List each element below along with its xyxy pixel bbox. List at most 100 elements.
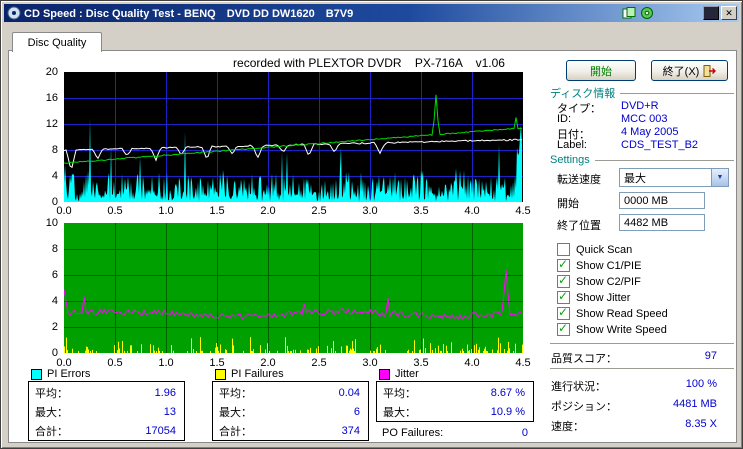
disc-info-title: ディスク情報 [550,85,615,101]
pi-errors-legend-header: PI Errors [31,368,90,380]
jitter-chart-bottom [64,223,523,353]
pi-failures-swatch [215,369,226,380]
stat-label: 平均： [35,385,68,401]
chevron-down-icon[interactable]: ▼ [711,169,728,186]
settings-header: Settings [550,154,734,166]
axis-tick-label: 16 [32,92,58,104]
axis-tick-label: 8 [32,144,58,156]
jitter-swatch [379,369,390,380]
checkbox-box: ✓ [557,291,570,304]
po-failures-label: PO Failures: [382,427,443,439]
checkbox-show-jitter[interactable]: ✓ Show Jitter [557,291,630,304]
po-failures-row: PO Failures: 0 [382,427,528,439]
checkbox-show-read-speed[interactable]: ✓ Show Read Speed [557,307,668,320]
stat-label: 最大： [383,404,416,420]
checkbox-box: ✓ [557,259,570,272]
exit-icon [703,65,716,77]
start-button[interactable]: 開始 [566,60,636,81]
stat-value: 6 [354,406,360,418]
po-failures-value: 0 [522,427,528,439]
axis-tick-label: 3.0 [362,357,377,369]
x-axis-labels-top: 0.00.51.01.52.02.53.03.54.04.5 [64,205,529,218]
divider [595,160,734,162]
stat-row: 平均：0.04 [213,383,368,402]
checkbox-label: Show C1/PIE [576,260,641,272]
settings-title: Settings [550,154,590,166]
checkbox-label: Show C2/PIF [576,276,641,288]
y-axis-labels-bottom: 1086420 [35,223,61,365]
stat-row: 平均： 8.67 % [377,383,533,402]
transfer-speed-select[interactable]: 最大 ▼ [619,168,729,187]
row-label: ID: [557,113,621,125]
axis-tick-label: 4 [32,170,58,182]
stat-label: 最大： [219,404,252,420]
pi-errors-swatch [31,369,42,380]
start-button-label: 開始 [590,63,612,79]
axis-tick-label: 0 [32,347,58,359]
tab-label: Disc Quality [28,37,87,49]
axis-tick-label: 20 [32,66,58,78]
stat-value: 0.04 [339,387,360,399]
checkbox-show-c1pie[interactable]: ✓ Show C1/PIE [557,259,641,272]
axis-tick-label: 0.5 [107,357,122,369]
checkmark-icon: ✓ [558,289,568,303]
stat-value: 17054 [145,425,176,437]
tab-disc-quality[interactable]: Disc Quality [12,32,102,52]
stat-label: 平均： [383,385,416,401]
checkbox-quick-scan[interactable]: Quick Scan [557,243,632,256]
axis-tick-label: 2.5 [311,205,326,217]
checkbox-label: Show Jitter [576,292,630,304]
stat-value: 10.9 % [491,406,525,418]
pi-failures-title: PI Failures [231,368,284,380]
stat-row: 最大： 10.9 % [377,402,533,421]
axis-tick-label: 3.0 [362,205,377,217]
exit-button[interactable]: 終了(X) [651,60,728,81]
axis-tick-label: 12 [32,118,58,130]
position-value: 4481 MB [621,398,717,410]
titlebar-disc-icon[interactable] [639,7,655,20]
minimize-button[interactable] [703,6,719,20]
close-button[interactable]: ✕ [721,6,737,20]
row-value: CDS_TEST_B2 [621,139,698,151]
axis-tick-label: 4 [32,295,58,307]
progress-value: 100 % [621,378,717,390]
axis-tick-label: 2 [32,321,58,333]
progress-label: 進行状況： [551,378,606,394]
transfer-speed-value: 最大 [620,170,711,186]
jitter-stats-box: 平均： 8.67 % 最大： 10.9 % [376,381,534,422]
axis-tick-label: 0 [32,196,58,208]
row-label: Label: [557,139,621,151]
checkbox-box: ✓ [557,323,570,336]
quality-score-value: 97 [621,350,717,362]
axis-tick-label: 0.5 [107,205,122,217]
disc-id-row: ID: MCC 003 [557,113,734,125]
titlebar[interactable]: CD Speed : Disc Quality Test - BENQ DVD … [4,4,739,22]
checkbox-show-write-speed[interactable]: ✓ Show Write Speed [557,323,667,336]
pi-failures-legend-header: PI Failures [215,368,284,380]
pi-errors-title: PI Errors [47,368,90,380]
end-position-input[interactable]: 4482 MB [619,214,705,231]
checkbox-label: Show Read Speed [576,308,668,320]
exit-button-label: 終了(X) [663,63,700,79]
stat-row: 最大： 6 [213,402,368,421]
axis-tick-label: 2.5 [311,357,326,369]
row-value: MCC 003 [621,113,667,125]
axis-tick-label: 4.5 [515,205,530,217]
stat-value: 13 [164,406,176,418]
start-position-input[interactable]: 0000 MB [619,192,705,209]
stat-row: 合計： 17054 [29,421,184,440]
titlebar-pages-icon[interactable] [621,7,637,20]
speed-label: 速度： [551,418,584,434]
checkbox-label: Quick Scan [576,244,632,256]
stat-row: 平均：1.96 [29,383,184,402]
jitter-legend-header: Jitter [379,368,419,380]
axis-tick-label: 0.0 [56,205,71,217]
disc-label-row: Label: CDS_TEST_B2 [557,139,734,151]
checkbox-show-c2pif[interactable]: ✓ Show C2/PIF [557,275,641,288]
pi-failures-stats-box: 平均：0.04 最大：6 合計：374 [212,381,369,441]
close-icon: ✕ [725,8,733,19]
stat-label: 合計： [35,423,68,439]
stat-value: 8.67 % [491,387,525,399]
axis-tick-label: 1.0 [158,205,173,217]
divider [550,343,734,345]
